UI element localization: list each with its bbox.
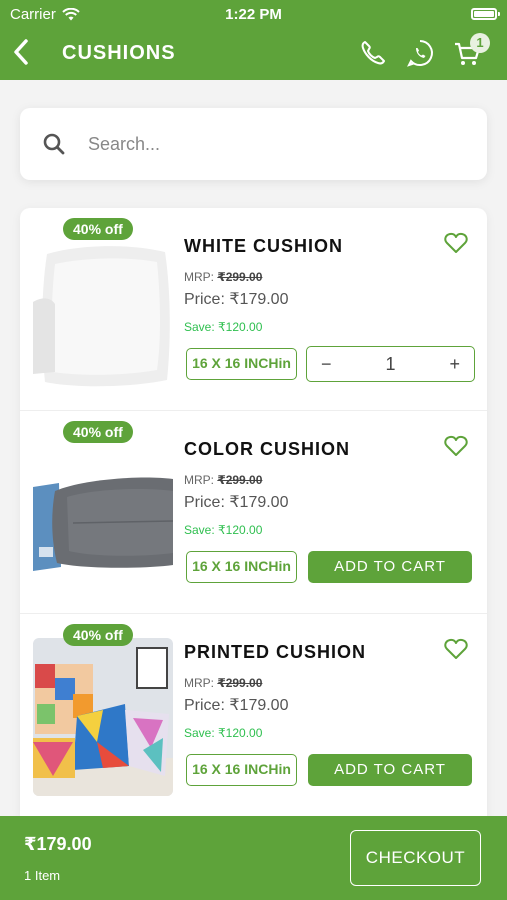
heart-icon[interactable]	[444, 638, 468, 660]
price-label: Price:	[184, 291, 225, 308]
increase-button[interactable]: +	[449, 354, 460, 375]
mrp-text: MRP: ₹299.00	[184, 676, 262, 690]
checkout-bar: ₹179.00 1 Item CHECKOUT	[0, 816, 507, 900]
mrp-value: ₹299.00	[217, 676, 263, 690]
product-card[interactable]: 40% off COLOR CUSHION MRP: ₹299.00 Price…	[20, 411, 487, 614]
size-selector[interactable]: 16 X 16 INCHin	[186, 551, 297, 583]
discount-badge: 40% off	[63, 624, 133, 646]
product-name: WHITE CUSHION	[184, 236, 343, 256]
mrp-text: MRP: ₹299.00	[184, 473, 262, 487]
product-card[interactable]: 40% off PRINTED CUSHION MRP: ₹299.00 Pri…	[20, 614, 487, 817]
price-label: Price:	[184, 494, 225, 511]
checkout-button[interactable]: CHECKOUT	[350, 830, 481, 886]
status-time: 1:22 PM	[225, 6, 282, 23]
whatsapp-icon[interactable]	[405, 38, 435, 68]
mrp-label: MRP:	[184, 676, 214, 690]
product-name: PRINTED CUSHION	[184, 642, 367, 662]
mrp-value: ₹299.00	[217, 270, 263, 284]
mrp-label: MRP:	[184, 270, 214, 284]
price-value: ₹179.00	[229, 697, 289, 714]
product-name: COLOR CUSHION	[184, 439, 350, 459]
price-value: ₹179.00	[229, 291, 289, 308]
price-value: ₹179.00	[229, 494, 289, 511]
save-text: Save: ₹120.00	[184, 726, 262, 740]
size-selector[interactable]: 16 X 16 INCHin	[186, 754, 297, 786]
product-list: 40% off WHITE CUSHION MRP: ₹299.00 Price…	[20, 208, 487, 818]
price-text: Price: ₹179.00	[184, 289, 288, 309]
add-to-cart-button[interactable]: ADD TO CART	[308, 551, 472, 583]
discount-badge: 40% off	[63, 218, 133, 240]
decrease-button[interactable]: −	[321, 354, 332, 375]
product-image[interactable]	[33, 638, 173, 796]
heart-icon[interactable]	[444, 435, 468, 457]
save-value: ₹120.00	[218, 320, 263, 334]
save-value: ₹120.00	[218, 726, 263, 740]
cart-total: ₹179.00	[24, 834, 92, 854]
quantity-value: 1	[385, 353, 396, 374]
save-label: Save:	[184, 523, 215, 537]
product-card[interactable]: 40% off WHITE CUSHION MRP: ₹299.00 Price…	[20, 208, 487, 411]
battery-icon	[471, 8, 500, 20]
save-value: ₹120.00	[218, 523, 263, 537]
cart-item-count: 1 Item	[24, 868, 61, 883]
cart-count-badge: 1	[470, 33, 490, 53]
phone-icon[interactable]	[358, 38, 388, 68]
discount-badge: 40% off	[63, 421, 133, 443]
mrp-text: MRP: ₹299.00	[184, 270, 262, 284]
mrp-value: ₹299.00	[217, 473, 263, 487]
product-image[interactable]	[33, 435, 173, 593]
save-text: Save: ₹120.00	[184, 523, 262, 537]
search-icon	[43, 133, 65, 155]
app-bar: CUSHIONS 1	[0, 28, 507, 80]
save-label: Save:	[184, 726, 215, 740]
save-text: Save: ₹120.00	[184, 320, 262, 334]
top-bar: Carrier 1:22 PM CUSHIONS 1	[0, 0, 507, 80]
mrp-label: MRP:	[184, 473, 214, 487]
size-selector[interactable]: 16 X 16 INCHin	[186, 348, 297, 380]
quantity-stepper: − 1 +	[306, 346, 475, 382]
page-title: CUSHIONS	[62, 42, 176, 64]
search-box	[20, 108, 487, 180]
add-to-cart-button[interactable]: ADD TO CART	[308, 754, 472, 786]
price-label: Price:	[184, 697, 225, 714]
price-text: Price: ₹179.00	[184, 492, 288, 512]
status-bar: Carrier 1:22 PM	[0, 0, 507, 28]
price-text: Price: ₹179.00	[184, 695, 288, 715]
heart-icon[interactable]	[444, 232, 468, 254]
product-image[interactable]	[33, 232, 173, 390]
back-arrow-icon[interactable]	[10, 38, 32, 66]
search-input[interactable]	[88, 128, 468, 160]
save-label: Save:	[184, 320, 215, 334]
